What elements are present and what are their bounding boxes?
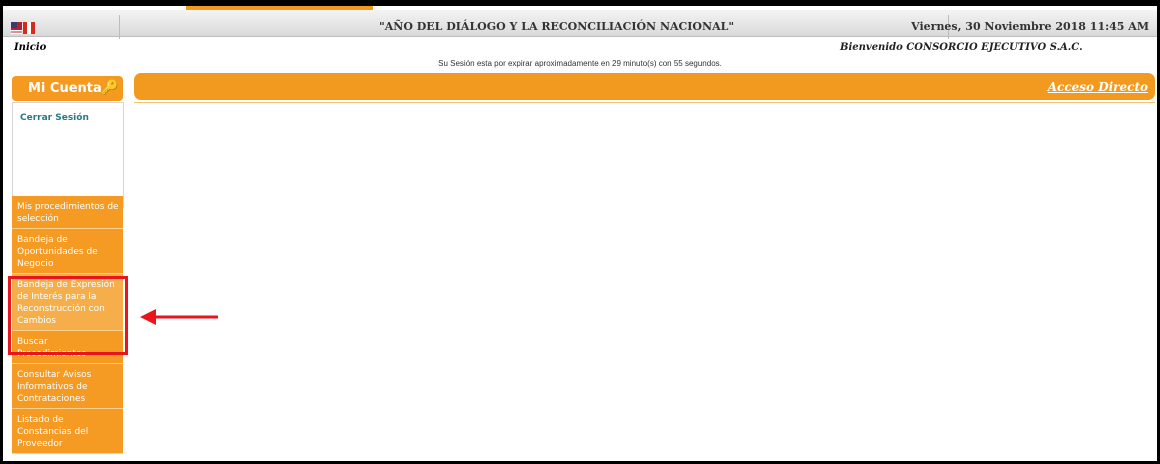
divider (134, 102, 1155, 103)
breadcrumb[interactable]: Inicio (14, 42, 46, 53)
shortcut-bar: Acceso Directo (134, 73, 1155, 100)
highlight-box (8, 276, 128, 355)
session-expiry-message: Su Sesión esta por expirar aproximadamen… (438, 59, 722, 68)
browser-page: "AÑO DEL DIÁLOGO Y LA RECONCILIACIÓN NAC… (3, 6, 1157, 461)
logout-link[interactable]: Cerrar Sesión (20, 113, 89, 123)
account-panel: Cerrar Sesión (12, 102, 124, 208)
flag-icon (11, 22, 35, 34)
welcome-text: Bienvenido CONSORCIO EJECUTIVO S.A.C. (840, 42, 1083, 53)
date-time: Viernes, 30 Noviembre 2018 11:45 AM (911, 20, 1149, 33)
separator (119, 15, 120, 39)
sidebar-item-mis-procedimientos[interactable]: Mis procedimientos de selección (12, 196, 123, 229)
arrow-left-icon (140, 309, 218, 325)
key-icon: 🔑 (101, 80, 119, 96)
shortcut-link[interactable]: Acceso Directo (1048, 80, 1148, 94)
page-title: "AÑO DEL DIÁLOGO Y LA RECONCILIACIÓN NAC… (379, 20, 735, 33)
top-accent-bar (186, 6, 373, 10)
sidebar-item-avisos[interactable]: Consultar Avisos Informativos de Contrat… (12, 364, 123, 409)
account-header: Mi Cuenta 🔑 (12, 76, 123, 101)
top-bar: "AÑO DEL DIÁLOGO Y LA RECONCILIACIÓN NAC… (3, 10, 1157, 39)
sidebar-item-constancias[interactable]: Listado de Constancias del Proveedor (12, 409, 123, 454)
sidebar-item-oportunidades[interactable]: Bandeja de Oportunidades de Negocio (12, 229, 123, 274)
account-title: Mi Cuenta (28, 81, 102, 96)
